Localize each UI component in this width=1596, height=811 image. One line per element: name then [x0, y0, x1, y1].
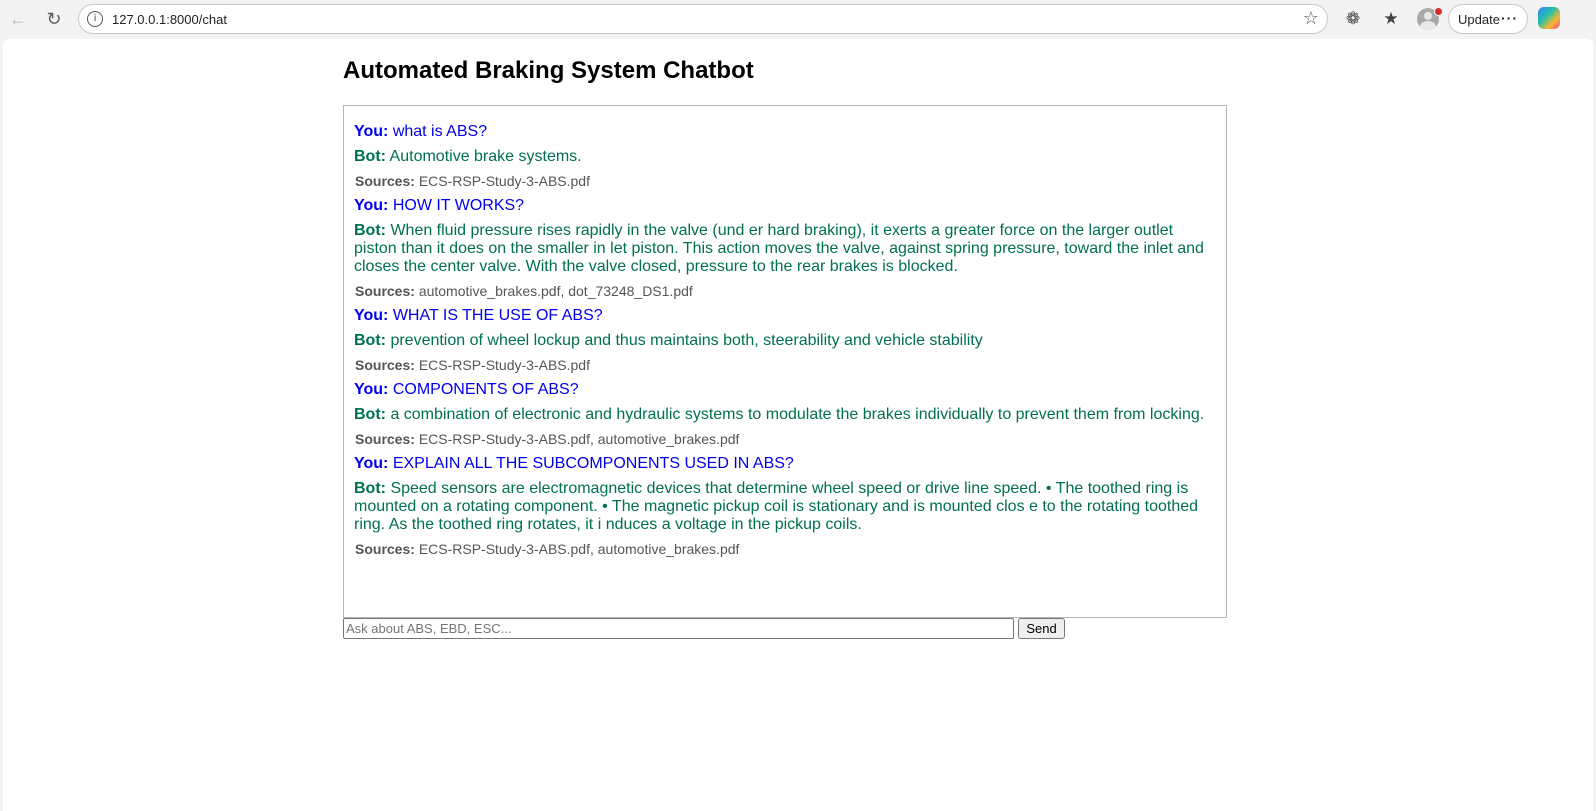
send-button[interactable]: Send: [1018, 618, 1065, 639]
notification-dot-icon: [1434, 7, 1443, 16]
sources-label: Sources:: [355, 541, 415, 557]
sources-line: Sources: ECS-RSP-Study-3-ABS.pdf: [355, 357, 1216, 374]
sources-label: Sources:: [355, 173, 415, 189]
favorite-star-icon[interactable]: ☆: [1303, 8, 1319, 29]
user-message-text: what is ABS?: [392, 123, 488, 140]
user-label: You:: [354, 381, 389, 398]
user-message-text: EXPLAIN ALL THE SUBCOMPONENTS USED IN AB…: [392, 455, 794, 472]
bot-message: Bot: a combination of electronic and hyd…: [354, 406, 1216, 424]
sources-text: ECS-RSP-Study-3-ABS.pdf: [418, 173, 590, 189]
bot-message: Bot: Automotive brake systems.: [354, 148, 1216, 166]
extensions-puzzle-icon[interactable]: ❁: [1341, 7, 1365, 31]
sources-line: Sources: ECS-RSP-Study-3-ABS.pdf, automo…: [355, 541, 1216, 558]
bot-label: Bot:: [354, 222, 386, 239]
bot-message-text: When fluid pressure rises rapidly in the…: [354, 222, 1204, 275]
sources-label: Sources:: [355, 431, 415, 447]
address-url[interactable]: 127.0.0.1:8000/chat: [112, 12, 227, 27]
copilot-icon[interactable]: [1538, 7, 1560, 29]
sources-text: ECS-RSP-Study-3-ABS.pdf, automotive_brak…: [418, 541, 740, 557]
sources-line: Sources: automotive_brakes.pdf, dot_7324…: [355, 283, 1216, 300]
favorites-list-icon[interactable]: ★: [1379, 7, 1403, 31]
user-message: You: WHAT IS THE USE OF ABS?: [354, 307, 1216, 325]
page-viewport: Automated Braking System Chatbot You: wh…: [3, 39, 1593, 811]
user-message-text: WHAT IS THE USE OF ABS?: [392, 307, 603, 324]
bot-message-text: Speed sensors are electromagnetic device…: [354, 480, 1199, 533]
user-message-text: COMPONENTS OF ABS?: [392, 381, 579, 398]
user-label: You:: [354, 123, 389, 140]
bot-message: Bot: Speed sensors are electromagnetic d…: [354, 480, 1216, 534]
update-button[interactable]: Update ···: [1448, 4, 1528, 34]
bot-label: Bot:: [354, 148, 386, 165]
user-message: You: COMPONENTS OF ABS?: [354, 381, 1216, 399]
address-bar[interactable]: i 127.0.0.1:8000/chat ☆: [78, 4, 1328, 34]
user-label: You:: [354, 197, 389, 214]
chat-log[interactable]: You: what is ABS? Bot: Automotive brake s…: [343, 105, 1227, 618]
bot-label: Bot:: [354, 480, 386, 497]
bot-message: Bot: prevention of wheel lockup and thus…: [354, 332, 1216, 350]
user-label: You:: [354, 307, 389, 324]
page-title: Automated Braking System Chatbot: [343, 57, 754, 84]
update-button-label: Update: [1458, 11, 1500, 27]
bot-message: Bot: When fluid pressure rises rapidly i…: [354, 222, 1216, 276]
user-message: You: HOW IT WORKS?: [354, 197, 1216, 215]
bot-label: Bot:: [354, 332, 386, 349]
profile-avatar[interactable]: [1417, 7, 1443, 32]
site-info-icon[interactable]: i: [87, 11, 103, 27]
sources-line: Sources: ECS-RSP-Study-3-ABS.pdf: [355, 173, 1216, 190]
back-arrow-icon[interactable]: ←: [5, 6, 31, 32]
user-message: You: what is ABS?: [354, 123, 1216, 141]
sources-text: ECS-RSP-Study-3-ABS.pdf, automotive_brak…: [418, 431, 740, 447]
reload-icon[interactable]: ↻: [41, 6, 67, 32]
bot-label: Bot:: [354, 406, 386, 423]
more-options-icon[interactable]: ···: [1501, 10, 1518, 26]
sources-line: Sources: ECS-RSP-Study-3-ABS.pdf, automo…: [355, 431, 1216, 448]
user-message-text: HOW IT WORKS?: [392, 197, 525, 214]
chat-input[interactable]: [343, 618, 1014, 639]
user-message: You: EXPLAIN ALL THE SUBCOMPONENTS USED …: [354, 455, 1216, 473]
bot-message-text: prevention of wheel lockup and thus main…: [390, 332, 983, 349]
user-label: You:: [354, 455, 389, 472]
sources-label: Sources:: [355, 283, 415, 299]
sources-text: ECS-RSP-Study-3-ABS.pdf: [418, 357, 590, 373]
browser-toolbar: ← ↻ i 127.0.0.1:8000/chat ☆ ❁ ★ Update ·…: [0, 0, 1596, 38]
sources-text: automotive_brakes.pdf, dot_73248_DS1.pdf: [418, 283, 693, 299]
bot-message-text: a combination of electronic and hydrauli…: [390, 406, 1205, 423]
sources-label: Sources:: [355, 357, 415, 373]
bot-message-text: Automotive brake systems.: [389, 148, 582, 165]
